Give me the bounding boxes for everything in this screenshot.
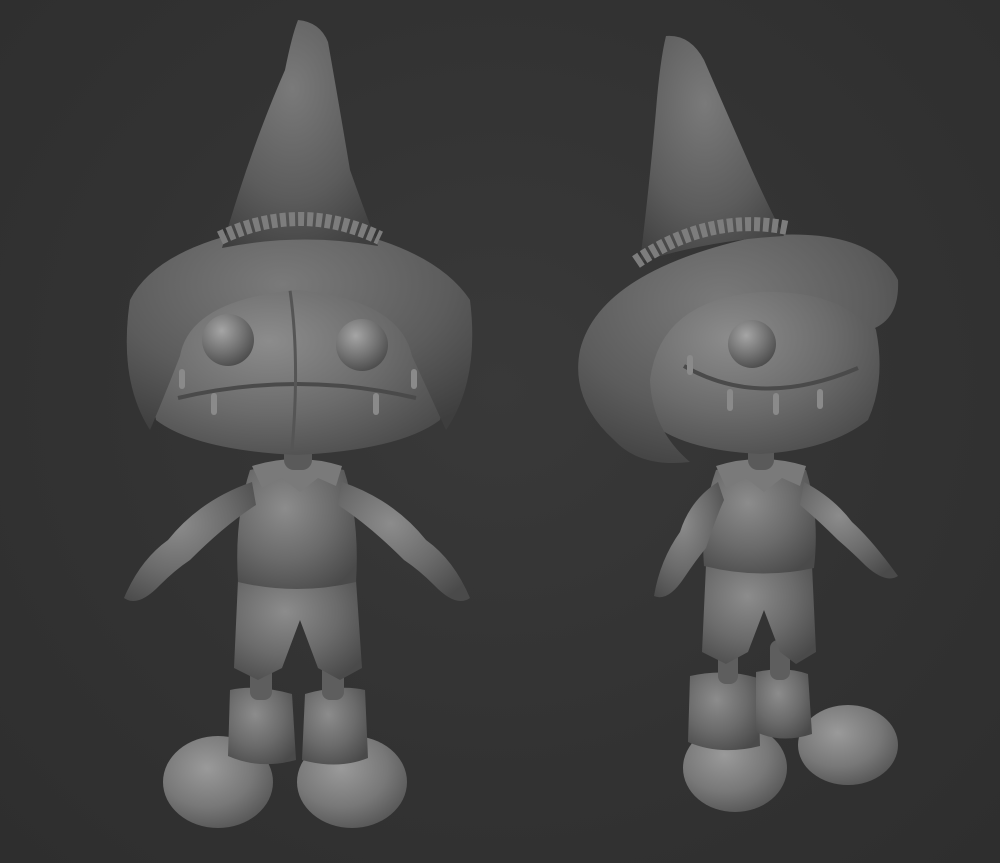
left-arm <box>124 482 256 602</box>
scarecrow-front-figure <box>124 20 473 828</box>
pants-3q <box>702 560 816 664</box>
pants <box>234 575 362 680</box>
front-boot-cuff <box>756 669 812 739</box>
sculpt-viewport <box>0 0 1000 863</box>
right-arm <box>338 482 470 602</box>
render-canvas <box>124 20 899 828</box>
front-shoe <box>798 705 898 785</box>
back-boot-cuff <box>688 672 760 751</box>
right-eye <box>336 319 388 371</box>
left-eye <box>202 314 254 366</box>
eye-3q <box>728 320 776 368</box>
scarecrow-three-quarter-figure <box>578 35 899 812</box>
